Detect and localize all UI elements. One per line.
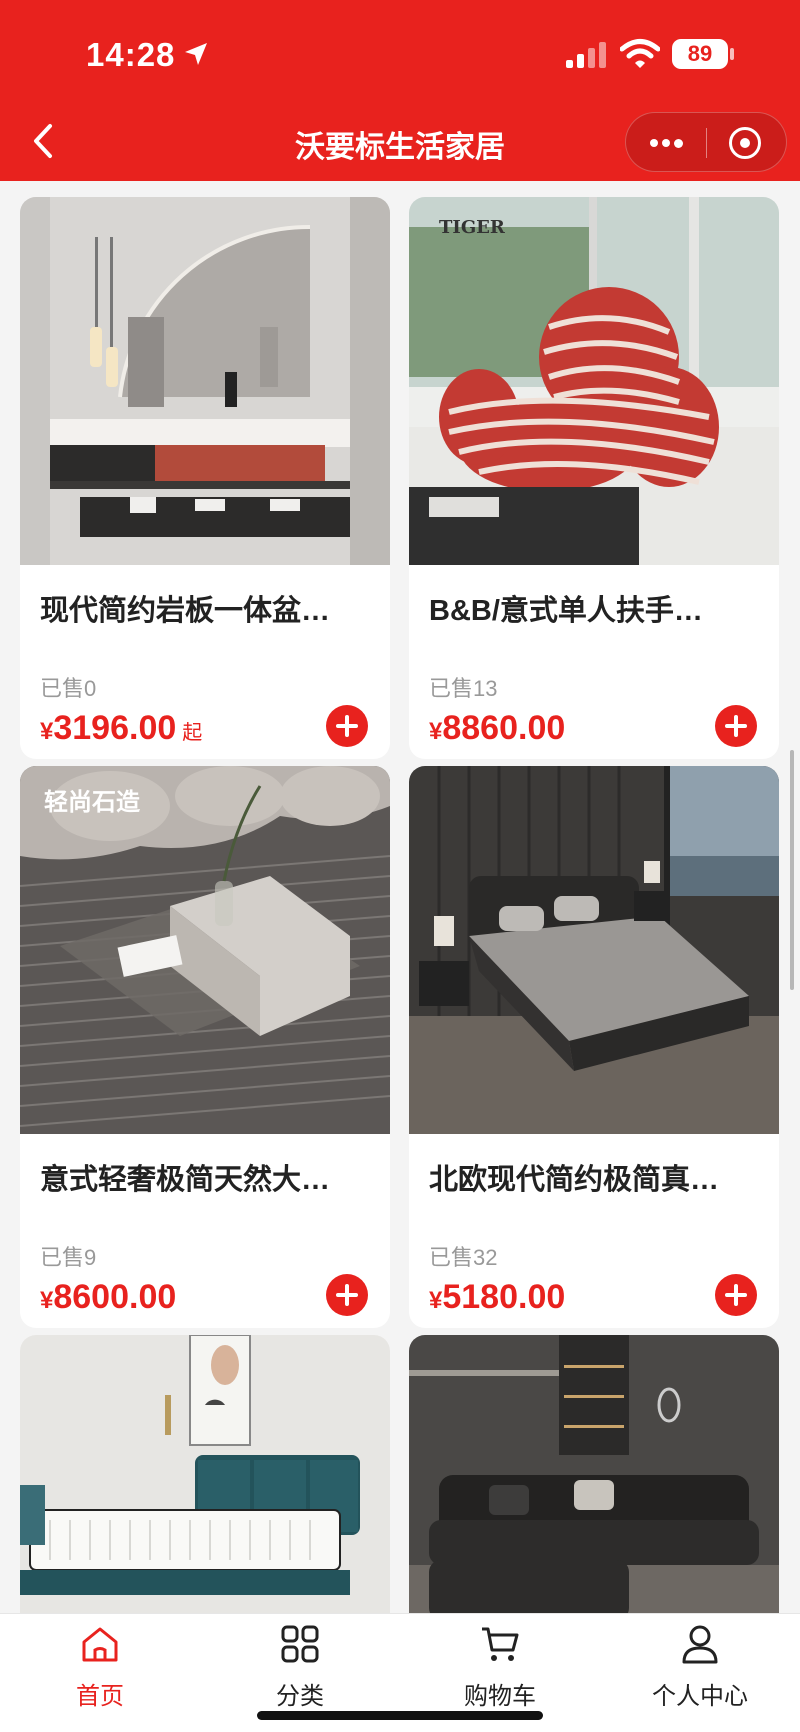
price-currency: ¥ [429, 718, 443, 745]
product-name[interactable]: 意式轻奢极简天然大… [40, 1156, 370, 1198]
product-price: ¥8600.00 [40, 1278, 176, 1317]
product-card[interactable]: TIGER B&B/意式单人扶手… 已售13 ¥8860.00 [409, 197, 779, 759]
price-value: 8600.00 [53, 1278, 177, 1316]
product-card[interactable] [409, 1335, 779, 1613]
product-price: ¥8860.00 [429, 709, 565, 748]
tab-label: 首页 [76, 1683, 124, 1710]
add-to-cart-button[interactable] [326, 705, 368, 747]
mattress-bed-image[interactable] [20, 1335, 390, 1613]
bathroom-vanity-image[interactable] [20, 197, 390, 565]
price-currency: ¥ [429, 1287, 443, 1314]
more-dot-icon [674, 139, 683, 148]
add-to-cart-button[interactable] [715, 705, 757, 747]
price-currency: ¥ [40, 1287, 54, 1314]
product-card[interactable]: 现代简约岩板一体盆… 已售0 ¥3196.00 起 [20, 197, 390, 759]
app-header: 14:28 89 沃要标生活家居 [0, 0, 800, 181]
scrollbar[interactable] [790, 750, 794, 990]
more-dot-icon [662, 139, 670, 147]
price-value: 5180.00 [442, 1278, 566, 1316]
more-options-button[interactable] [626, 113, 706, 173]
close-mini-program-button[interactable] [707, 113, 787, 173]
cart-icon [482, 1627, 519, 1661]
product-card[interactable]: 轻尚石造 意式轻奢极简天然大… 已售9 ¥8600.00 [20, 766, 390, 1328]
price-value: 3196.00 [53, 709, 177, 747]
brand-watermark-text: 轻尚石造 [44, 788, 140, 816]
leather-sofa-image[interactable] [409, 1335, 779, 1613]
product-sold-count: 已售13 [429, 676, 498, 701]
product-name[interactable]: 北欧现代简约极简真… [429, 1156, 759, 1198]
tab-profile[interactable]: 个人中心 [600, 1614, 800, 1732]
grid-icon [281, 1625, 319, 1663]
product-sold-count: 已售9 [40, 1245, 97, 1270]
product-card[interactable] [20, 1335, 390, 1613]
product-grid: 现代简约岩板一体盆… 已售0 ¥3196.00 起 TIGER B&B/意式单人… [0, 181, 800, 1613]
battery-cap [730, 48, 734, 60]
product-name[interactable]: 现代简约岩板一体盆… [40, 587, 370, 629]
battery-level: 89 [687, 41, 713, 66]
add-to-cart-button[interactable] [715, 1274, 757, 1316]
product-price: ¥3196.00 起 [40, 709, 202, 748]
tiger-logo-text: TIGER [439, 217, 506, 238]
wifi-icon [620, 39, 660, 68]
striped-armchair-image[interactable]: TIGER [409, 197, 779, 565]
location-arrow-icon [185, 43, 207, 65]
price-currency: ¥ [40, 718, 54, 745]
status-time: 14:28 [86, 36, 176, 73]
price-suffix: 起 [182, 722, 203, 744]
add-to-cart-button[interactable] [326, 1274, 368, 1316]
product-card[interactable]: 北欧现代简约极简真… 已售32 ¥5180.00 [409, 766, 779, 1328]
status-bar: 14:28 89 [0, 0, 800, 106]
tab-home[interactable]: 首页 [0, 1614, 200, 1732]
user-icon [682, 1625, 718, 1664]
home-indicator [257, 1711, 543, 1720]
target-icon [729, 127, 761, 159]
tab-label: 购物车 [464, 1683, 536, 1710]
product-name[interactable]: B&B/意式单人扶手… [429, 587, 759, 629]
nav-bar: 沃要标生活家居 [0, 106, 800, 181]
tab-label: 个人中心 [652, 1683, 748, 1710]
leather-bed-image[interactable] [409, 766, 779, 1134]
product-sold-count: 已售32 [429, 1245, 498, 1270]
tab-label: 分类 [276, 1683, 324, 1710]
target-center [740, 138, 750, 148]
product-sold-count: 已售0 [40, 676, 97, 701]
price-value: 8860.00 [442, 709, 566, 747]
more-dot-icon [650, 139, 658, 147]
cellular-signal-icon [566, 42, 606, 68]
home-icon [82, 1627, 118, 1662]
mini-program-capsule [625, 112, 787, 172]
product-price: ¥5180.00 [429, 1278, 565, 1317]
stone-coffee-table-image[interactable]: 轻尚石造 [20, 766, 390, 1134]
